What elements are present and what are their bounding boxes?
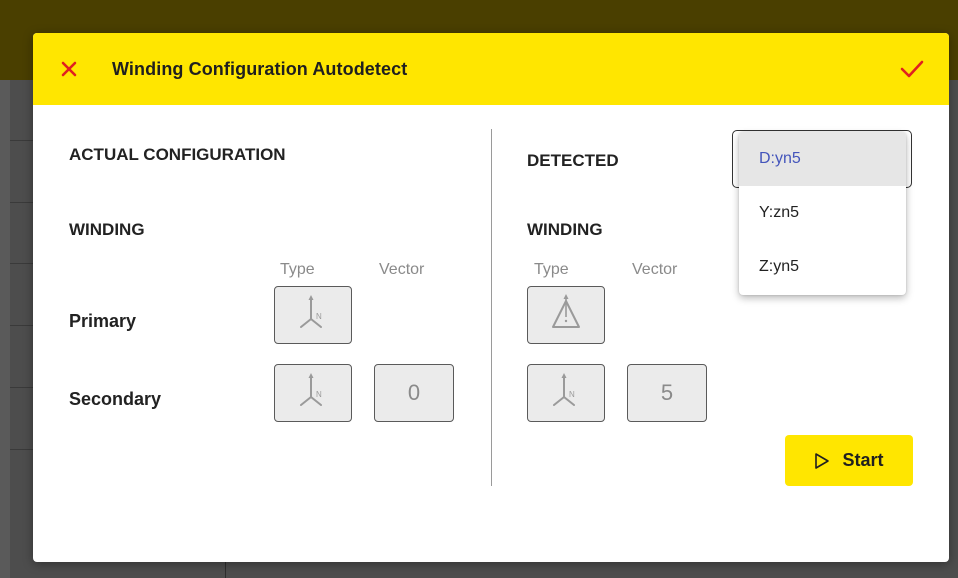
background-divider xyxy=(10,387,34,388)
actual-winding-heading: WINDING xyxy=(69,220,145,239)
section-divider xyxy=(491,129,492,486)
actual-primary-type-button[interactable]: N xyxy=(274,286,352,344)
checkmark-icon xyxy=(900,60,924,78)
secondary-label: Secondary xyxy=(69,389,162,409)
svg-text:N: N xyxy=(316,312,322,321)
actual-configuration-heading: ACTUAL CONFIGURATION xyxy=(69,145,286,164)
background-divider xyxy=(10,449,34,450)
background-divider xyxy=(225,560,226,578)
start-button[interactable]: Start xyxy=(785,435,913,486)
detected-winding-heading: WINDING xyxy=(527,220,603,239)
detected-secondary-vector-field[interactable]: 5 xyxy=(627,364,707,422)
close-icon xyxy=(61,61,77,77)
wye-neutral-icon: N xyxy=(300,295,322,328)
actual-secondary-type-button[interactable]: N xyxy=(274,364,352,422)
svg-text:N: N xyxy=(316,390,322,399)
background-divider xyxy=(10,263,34,264)
winding-autodetect-dialog: Winding Configuration Autodetect ACTUAL … xyxy=(33,33,949,562)
confirm-button[interactable] xyxy=(899,57,925,81)
background-app-sidebar xyxy=(0,80,10,578)
wye-neutral-icon: N xyxy=(300,373,322,406)
dropdown-option[interactable]: Z:yn5 xyxy=(739,240,906,294)
detected-secondary-type-button[interactable]: N xyxy=(527,364,605,422)
background-divider xyxy=(10,202,34,203)
delta-icon xyxy=(552,294,580,328)
dropdown-option[interactable]: Y:zn5 xyxy=(739,186,906,240)
actual-type-column-header: Type xyxy=(280,261,315,278)
actual-vector-column-header: Vector xyxy=(379,261,425,278)
detected-type-column-header: Type xyxy=(534,261,569,278)
detected-heading: DETECTED xyxy=(527,151,619,170)
background-divider xyxy=(10,140,34,141)
dialog-title: Winding Configuration Autodetect xyxy=(112,59,408,79)
background-divider xyxy=(10,325,34,326)
dropdown-option[interactable]: D:yn5 xyxy=(739,132,906,186)
detected-configuration-dropdown: D:yn5 Y:zn5 Z:yn5 xyxy=(739,132,906,295)
actual-secondary-vector-field[interactable]: 0 xyxy=(374,364,454,422)
dialog-header: Winding Configuration Autodetect xyxy=(33,33,949,105)
detected-primary-type-button[interactable] xyxy=(527,286,605,344)
svg-text:N: N xyxy=(569,390,575,399)
play-icon xyxy=(815,452,830,469)
wye-neutral-icon: N xyxy=(553,373,575,406)
close-button[interactable] xyxy=(57,57,81,81)
detected-vector-column-header: Vector xyxy=(632,261,678,278)
primary-label: Primary xyxy=(69,311,137,331)
start-button-label: Start xyxy=(842,450,884,470)
